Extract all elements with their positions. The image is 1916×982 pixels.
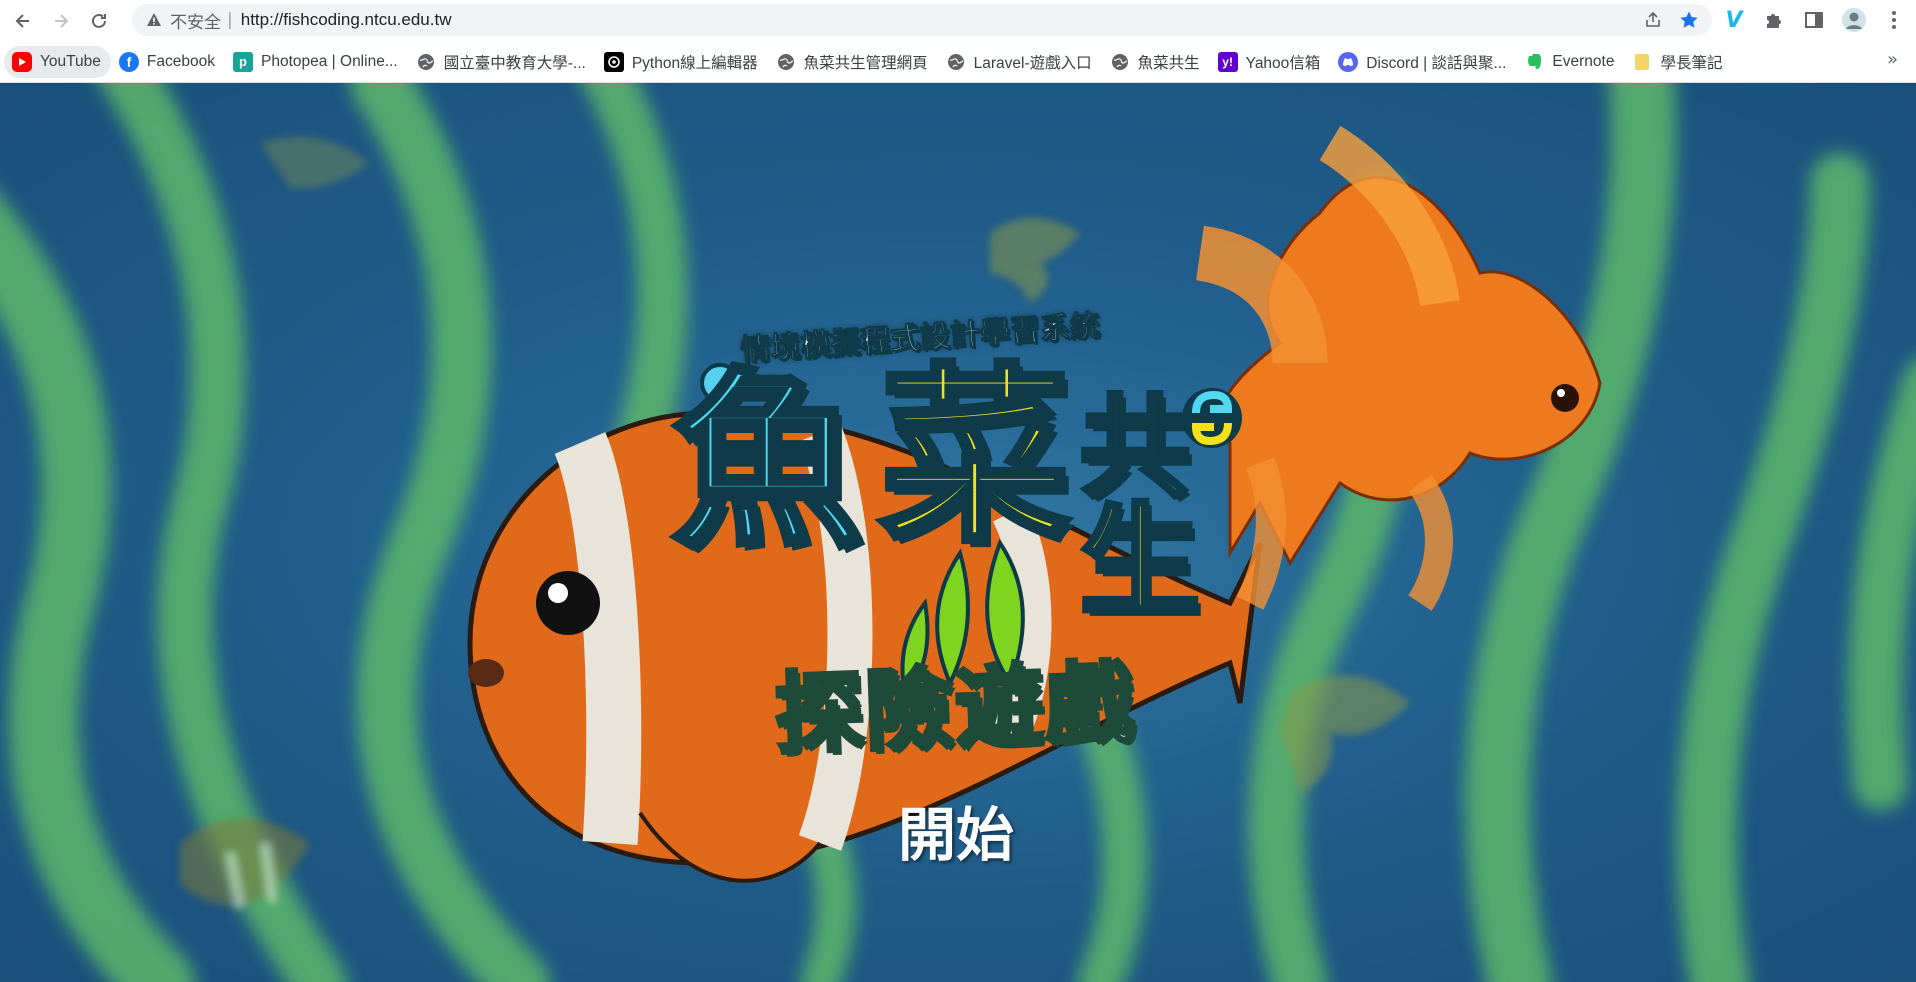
share-icon[interactable] (1642, 9, 1664, 31)
game-scene: 情境模擬程式設計學習系統 魚 菜 共 生 探險遊戲 開始 (0, 83, 1916, 982)
bookmark-label: 國立臺中教育大學-... (443, 54, 586, 72)
bookmark-folder-notes[interactable]: 學長筆記 (1624, 46, 1732, 78)
puzzle-icon[interactable] (1760, 6, 1788, 34)
bookmarks-overflow-button[interactable]: » (1887, 49, 1898, 70)
title-char-life: 生 (1078, 493, 1203, 632)
evernote-icon (1524, 52, 1544, 72)
back-arrow-icon (15, 13, 29, 28)
bookmark-label: Photopea | Online... (261, 52, 398, 70)
title-char-vegetable: 菜 (877, 347, 1073, 568)
bookmark-label: YouTube (40, 52, 101, 70)
bookmark-facebook[interactable]: f Facebook (111, 46, 225, 78)
python-editor-icon (603, 51, 624, 72)
bookmark-laravel-game[interactable]: Laravel-遊戲入口 (938, 46, 1102, 78)
vimeo-icon[interactable]: V (1720, 6, 1748, 34)
forward-button[interactable] (42, 2, 80, 40)
bookmark-label: 魚菜共生 (1137, 54, 1200, 72)
bookmark-label: 魚菜共生管理網頁 (803, 54, 928, 72)
kebab-menu-icon[interactable] (1880, 6, 1908, 34)
python-logo-icon (1182, 388, 1242, 448)
bookmarks-bar: YouTube f Facebook p Photopea | Online..… (0, 41, 1916, 83)
bookmark-aquaponics-admin[interactable]: 魚菜共生管理網頁 (768, 46, 938, 78)
title-char-fish: 魚 (669, 352, 865, 573)
warning-icon[interactable] (146, 12, 162, 28)
address-bar[interactable]: 不安全 | http://fishcoding.ntcu.edu.tw (132, 4, 1712, 36)
reload-button[interactable] (80, 2, 118, 40)
bookmark-yahoo-mail[interactable]: y! Yahoo信箱 (1210, 46, 1331, 78)
globe-icon (416, 52, 436, 72)
bookmark-label: Yahoo信箱 (1245, 54, 1321, 72)
title-char-together: 共 (1078, 384, 1193, 512)
bookmark-python-editor[interactable]: Python線上編輯器 (596, 46, 768, 78)
bookmark-label: Facebook (146, 52, 215, 70)
reload-icon (92, 13, 106, 28)
globe-icon (946, 52, 966, 72)
back-button[interactable] (4, 2, 42, 40)
star-icon[interactable] (1678, 9, 1700, 31)
youtube-icon (12, 51, 32, 72)
globe-icon (1110, 52, 1130, 72)
avatar[interactable] (1840, 6, 1868, 34)
game-subtitle: 探險遊戲 (772, 649, 1139, 769)
folder-icon (1632, 52, 1652, 72)
forward-arrow-icon (55, 13, 69, 28)
globe-icon (776, 52, 796, 72)
facebook-icon: f (118, 51, 139, 72)
side-panel-icon[interactable] (1800, 6, 1828, 34)
bookmark-aquaponics[interactable]: 魚菜共生 (1102, 46, 1210, 78)
bookmark-discord[interactable]: Discord | 談話與聚... (1330, 46, 1516, 78)
security-label[interactable]: 不安全 (170, 8, 221, 33)
yahoo-icon: y! (1217, 51, 1238, 72)
url-separator: | (227, 10, 233, 30)
bookmark-youtube[interactable]: YouTube (4, 45, 111, 78)
bookmark-photopea[interactable]: p Photopea | Online... (225, 46, 408, 78)
bookmark-label: 學長筆記 (1660, 54, 1723, 72)
url-text[interactable]: http://fishcoding.ntcu.edu.tw (241, 10, 452, 30)
bookmark-label: Discord | 談話與聚... (1366, 54, 1507, 72)
bookmark-evernote[interactable]: Evernote (1516, 46, 1624, 78)
start-button[interactable]: 開始 (898, 788, 1014, 872)
bookmark-label: Laravel-遊戲入口 (973, 54, 1092, 72)
bookmark-ntcu[interactable]: 國立臺中教育大學-... (408, 46, 596, 78)
bookmark-label: Evernote (1552, 52, 1615, 70)
bookmark-label: Python線上編輯器 (631, 54, 758, 72)
photopea-icon: p (233, 51, 253, 72)
browser-toolbar: 不安全 | http://fishcoding.ntcu.edu.tw V (0, 0, 1916, 41)
discord-icon (1338, 51, 1359, 72)
